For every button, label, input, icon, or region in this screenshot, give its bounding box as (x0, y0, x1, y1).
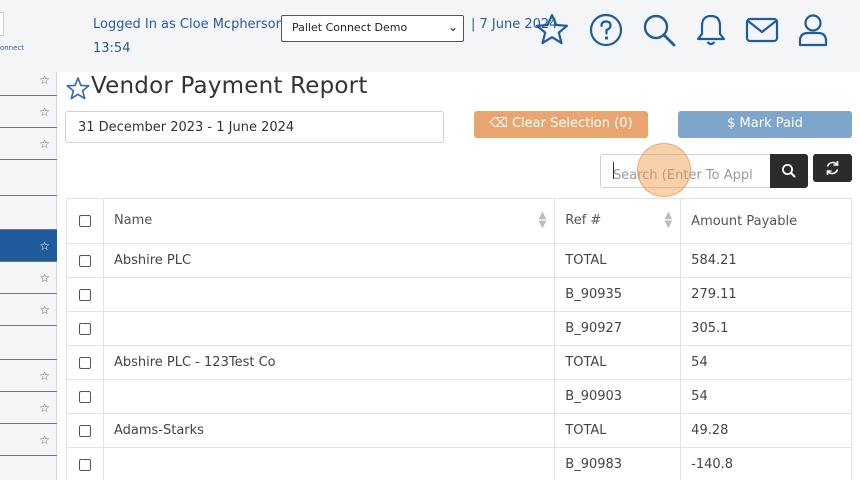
ref-cell: B_90935 (554, 277, 682, 312)
amount-cell: 49.28 (680, 413, 852, 448)
star-icon[interactable]: ☆ (39, 74, 50, 86)
vendor-name-cell: Abshire PLC (102, 243, 556, 278)
search-icon (781, 163, 796, 178)
star-icon[interactable]: ☆ (39, 106, 50, 118)
sidebar-item[interactable] (0, 326, 57, 360)
table-row[interactable]: B_90983 -140.8 (66, 447, 852, 480)
row-select-cell (66, 311, 104, 346)
sidebar-item[interactable]: ☆ (0, 64, 57, 96)
row-select-cell (66, 379, 104, 414)
row-select-cell (66, 243, 104, 278)
sidebar-item[interactable]: ☆ (0, 262, 57, 294)
favorite-star-icon[interactable] (65, 76, 91, 102)
sidebar-item[interactable]: ☆ (0, 294, 57, 326)
star-icon[interactable]: ☆ (39, 434, 50, 446)
click-indicator (637, 143, 691, 197)
ref-cell: B_90927 (554, 311, 682, 346)
row-select-cell (66, 277, 104, 312)
vendor-name-cell: Abshire PLC - 123Test Co (102, 345, 556, 380)
ref-cell: TOTAL (554, 413, 682, 448)
sidebar-item[interactable]: ☆ (0, 424, 57, 456)
table-header-row: Name ▲ ▼ Ref # ▲ ▼ Amount Payable (66, 198, 852, 244)
column-header-name[interactable]: Name ▲ ▼ (102, 198, 556, 244)
mail-icon[interactable] (742, 10, 782, 50)
select-all-cell (66, 198, 104, 244)
sidebar-item[interactable] (0, 196, 57, 230)
chevron-down-icon: ⌄ (447, 20, 458, 34)
amount-cell: 279.11 (680, 277, 852, 312)
sidebar-item[interactable]: ☆ (0, 360, 57, 392)
row-checkbox[interactable] (78, 322, 91, 335)
ref-cell: B_90983 (554, 447, 682, 480)
company-select-value: Pallet Connect Demo (292, 21, 408, 34)
row-checkbox[interactable] (78, 356, 91, 369)
amount-cell: 54 (680, 379, 852, 414)
table-row[interactable]: Abshire PLC TOTAL 584.21 (66, 243, 852, 278)
vendor-name-cell (102, 379, 556, 414)
column-header-ref[interactable]: Ref # ▲ ▼ (554, 198, 682, 244)
star-icon[interactable]: ☆ (39, 402, 50, 414)
sidebar-item[interactable] (0, 160, 57, 196)
mark-paid-button[interactable]: $ Mark Paid (678, 111, 852, 138)
row-checkbox[interactable] (78, 254, 91, 267)
vendor-payment-table: Name ▲ ▼ Ref # ▲ ▼ Amount Payable Abshire PL… (66, 198, 852, 480)
logo[interactable] (0, 12, 4, 36)
star-icon[interactable]: ☆ (39, 370, 50, 382)
table-row[interactable]: B_90935 279.11 (66, 277, 852, 312)
text-cursor (613, 162, 614, 179)
company-select[interactable]: Pallet Connect Demo ⌄ (281, 15, 464, 42)
select-all-checkbox[interactable] (78, 215, 91, 227)
star-icon[interactable]: ☆ (39, 240, 50, 252)
bell-icon[interactable] (691, 10, 731, 50)
sidebar-item[interactable]: ☆ (0, 392, 57, 424)
column-header-amount[interactable]: Amount Payable (680, 198, 852, 244)
help-icon[interactable] (586, 10, 626, 50)
search-icon[interactable] (639, 10, 679, 50)
current-time: 13:54 (93, 41, 131, 56)
row-checkbox[interactable] (78, 424, 91, 437)
ref-cell: TOTAL (554, 243, 682, 278)
star-icon[interactable]: ☆ (39, 138, 50, 150)
star-icon[interactable]: ☆ (39, 304, 50, 316)
amount-cell: 54 (680, 345, 852, 380)
row-checkbox[interactable] (78, 458, 91, 471)
logo-text: onnect (0, 44, 25, 52)
sidebar-item[interactable]: ☆ (0, 230, 57, 262)
star-icon[interactable]: ☆ (39, 272, 50, 284)
table-row[interactable]: B_90903 54 (66, 379, 852, 414)
sidebar-item[interactable]: ☆ (0, 128, 57, 160)
search-button[interactable] (770, 154, 808, 188)
sidebar: ☆ ☆ ☆ ☆ ☆ ☆ ☆ ☆ ☆ (0, 72, 57, 480)
row-checkbox[interactable] (78, 288, 91, 301)
page-title: Vendor Payment Report (91, 73, 368, 99)
refresh-button[interactable] (813, 154, 852, 182)
table-row[interactable]: B_90927 305.1 (66, 311, 852, 346)
row-select-cell (66, 413, 104, 448)
sort-icon: ▲ ▼ (538, 210, 547, 230)
ref-cell: TOTAL (554, 345, 682, 380)
ref-cell: B_90903 (554, 379, 682, 414)
sidebar-item[interactable]: ☆ (0, 96, 57, 128)
refresh-icon (826, 161, 839, 175)
row-select-cell (66, 447, 104, 480)
amount-cell: 584.21 (680, 243, 852, 278)
sort-icon: ▲ ▼ (664, 210, 673, 230)
row-select-cell (66, 345, 104, 380)
amount-cell: 305.1 (680, 311, 852, 346)
vendor-name-cell (102, 311, 556, 346)
amount-cell: -140.8 (680, 447, 852, 480)
user-icon[interactable] (793, 10, 833, 50)
table-row[interactable]: Adams-Starks TOTAL 49.28 (66, 413, 852, 448)
star-icon[interactable] (532, 10, 572, 50)
vendor-name-cell (102, 277, 556, 312)
table-row[interactable]: Abshire PLC - 123Test Co TOTAL 54 (66, 345, 852, 380)
row-checkbox[interactable] (78, 390, 91, 403)
logged-in-label: Logged In as Cloe Mcpherson | (93, 17, 293, 32)
top-header: onnect Logged In as Cloe Mcpherson | 13:… (0, 0, 860, 72)
date-range-picker[interactable]: 31 December 2023 - 1 June 2024 (65, 111, 444, 143)
vendor-name-cell (102, 447, 556, 480)
clear-selection-button[interactable]: ⌫ Clear Selection (0) (474, 111, 648, 138)
vendor-name-cell: Adams-Starks (102, 413, 556, 448)
